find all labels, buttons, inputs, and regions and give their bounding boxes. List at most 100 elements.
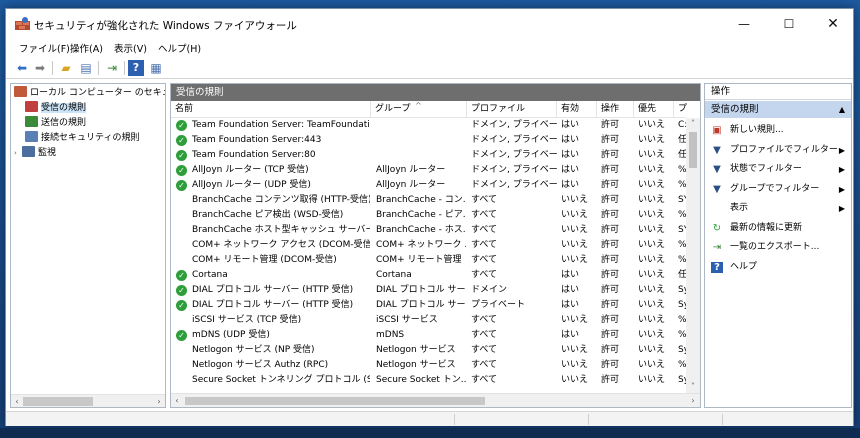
cell-enabled: はい bbox=[561, 270, 580, 280]
status-separator bbox=[454, 414, 455, 425]
rules-horizontal-scrollbar[interactable]: ‹ › bbox=[171, 393, 700, 407]
actions-section-label: 受信の規則 bbox=[711, 104, 759, 115]
cell-action: 許可 bbox=[601, 285, 620, 295]
actions-section-inbound-rules[interactable]: 受信の規則 ▲ bbox=[705, 101, 851, 118]
outbound-rules-icon bbox=[25, 116, 38, 127]
properties-icon[interactable]: ▦ bbox=[148, 60, 164, 76]
table-row[interactable]: ✓ Team Foundation Server:443 ドメイン, プライベートは… bbox=[171, 133, 687, 148]
expand-chevron-icon[interactable]: › bbox=[14, 146, 22, 160]
cell-name: DIAL プロトコル サーバー (HTTP 受信) bbox=[192, 300, 354, 310]
cell-profile: すべて bbox=[471, 270, 498, 280]
tree-item-connection-security[interactable]: 接続セキュリティの規則 bbox=[25, 131, 139, 145]
column-name[interactable]: 名前 bbox=[171, 101, 371, 118]
table-row[interactable]: ✓ DIAL プロトコル サーバー (HTTP 受信) DIAL プロトコル サー.… bbox=[171, 298, 688, 313]
menu-help[interactable]: ヘルプ(H) bbox=[158, 41, 201, 55]
cell-group: AllJoyn ルーター bbox=[376, 180, 446, 190]
table-row[interactable]: BranchCache ホスト型キャッシュ サーバー (HT... BranchC… bbox=[171, 223, 688, 238]
table-row[interactable]: Netlogon サービス Authz (RPC) Netlogon サービス すべ… bbox=[171, 358, 688, 373]
enabled-check-icon: ✓ bbox=[176, 150, 187, 161]
table-row[interactable]: ✓ Cortana Cortana すべて はい 許可 いいえ任 bbox=[171, 268, 687, 283]
action-item[interactable]: 表示 ▶ bbox=[705, 199, 851, 218]
column-enabled[interactable]: 有効 bbox=[557, 101, 597, 118]
maximize-button[interactable]: ☐ bbox=[767, 9, 811, 39]
toolbar-separator bbox=[52, 61, 53, 75]
action-item[interactable]: ▼ グループでフィルター ▶ bbox=[705, 180, 851, 199]
table-row[interactable]: ✓ AllJoyn ルーター (UDP 受信) AllJoyn ルーター ドメイン, … bbox=[171, 178, 688, 193]
enabled-check-icon: ✓ bbox=[176, 180, 187, 191]
table-row[interactable]: COM+ リモート管理 (DCOM-受信) COM+ リモート管理 すべて いいえ 許可… bbox=[171, 253, 688, 268]
cell-enabled: いいえ bbox=[561, 195, 589, 205]
cell-group: AllJoyn ルーター bbox=[376, 165, 446, 175]
cell-name: DIAL プロトコル サーバー (HTTP 受信) bbox=[192, 285, 354, 295]
forward-arrow-icon[interactable]: ➡ bbox=[32, 60, 48, 76]
table-row[interactable]: ✓ AllJoyn ルーター (TCP 受信) AllJoyn ルーター ドメイン, … bbox=[171, 163, 688, 178]
back-arrow-icon[interactable]: ⬅ bbox=[14, 60, 30, 76]
cell-name: Secure Socket トンネリング プロトコル (SSTP ... bbox=[192, 375, 370, 385]
scroll-left-icon[interactable]: ‹ bbox=[11, 395, 23, 407]
action-item[interactable]: ↻ 最新の情報に更新 bbox=[705, 219, 851, 238]
cell-group: DIAL プロトコル サー... bbox=[376, 300, 466, 310]
action-item[interactable]: ⇥ 一覧のエクスポート... bbox=[705, 238, 851, 257]
table-row[interactable]: iSCSI サービス (TCP 受信) iSCSI サービス すべて いいえ 許可 いいえ… bbox=[171, 313, 688, 328]
up-folder-icon[interactable]: ▰ bbox=[58, 60, 74, 76]
menu-action[interactable]: 操作(A) bbox=[70, 41, 103, 55]
scroll-right-icon[interactable]: › bbox=[687, 394, 699, 407]
table-row[interactable]: ✓ Team Foundation Server: TeamFoundatio..… bbox=[171, 118, 688, 133]
cell-group: DIAL プロトコル サー... bbox=[376, 285, 466, 295]
close-button[interactable]: ✕ bbox=[811, 9, 855, 39]
column-action[interactable]: 操作 bbox=[597, 101, 634, 118]
cell-group: BranchCache - コン... bbox=[376, 195, 466, 205]
tree-item-outbound-rules[interactable]: 送信の規則 bbox=[25, 116, 86, 130]
table-row[interactable]: ✓ Team Foundation Server:80 ドメイン, プライベートはい… bbox=[171, 148, 687, 163]
cell-group: Netlogon サービス bbox=[376, 360, 456, 370]
show-hide-tree-icon[interactable]: ▤ bbox=[78, 60, 94, 76]
cell-profile: ドメイン, プライベート bbox=[471, 135, 557, 145]
column-program[interactable]: プロ bbox=[674, 101, 688, 118]
cell-enabled: はい bbox=[561, 135, 580, 145]
rules-vertical-scrollbar[interactable]: ˄ ˅ bbox=[686, 118, 700, 393]
action-item[interactable]: ▼ 状態でフィルター ▶ bbox=[705, 160, 851, 179]
cell-group: BranchCache - ピア... bbox=[376, 210, 466, 220]
enabled-check-icon: ✓ bbox=[176, 285, 187, 296]
scroll-thumb[interactable] bbox=[23, 397, 93, 406]
export-list-icon[interactable]: ⇥ bbox=[104, 60, 120, 76]
table-row[interactable]: ✓mDNS (UDP 受信)mDNSすべてはい許可いいえ%S bbox=[171, 328, 688, 343]
cell-action: 許可 bbox=[601, 345, 620, 355]
table-row[interactable]: ✓ DIAL プロトコル サーバー (HTTP 受信) DIAL プロトコル サー.… bbox=[171, 283, 688, 298]
action-item[interactable]: ? ヘルプ bbox=[705, 258, 851, 277]
table-row[interactable]: Secure Socket トンネリング プロトコル (SSTP ... Secu… bbox=[171, 373, 688, 388]
scroll-left-icon[interactable]: ‹ bbox=[171, 394, 183, 407]
table-row[interactable]: BranchCache ピア検出 (WSD-受信) BranchCache - ピ… bbox=[171, 208, 688, 223]
action-item[interactable]: ▣ 新しい規則... bbox=[705, 121, 851, 140]
action-item[interactable]: ▼ プロファイルでフィルター ▶ bbox=[705, 141, 851, 160]
table-row[interactable]: COM+ ネットワーク アクセス (DCOM-受信) COM+ ネットワーク ..… bbox=[171, 238, 688, 253]
scroll-thumb[interactable] bbox=[689, 132, 697, 168]
cell-profile: すべて bbox=[471, 255, 498, 265]
column-override[interactable]: 優先 bbox=[634, 101, 674, 118]
cell-action: 許可 bbox=[601, 300, 620, 310]
menu-file[interactable]: ファイル(F) bbox=[19, 41, 70, 55]
cell-action: 許可 bbox=[601, 270, 620, 280]
minimize-button[interactable]: — bbox=[722, 9, 766, 39]
toolbar: ⬅ ➡ ▰ ▤ ⇥ ? ▦ bbox=[6, 57, 853, 79]
scroll-thumb[interactable] bbox=[185, 397, 485, 405]
column-profile[interactable]: プロファイル bbox=[467, 101, 557, 118]
cell-group bbox=[376, 148, 466, 163]
cell-action: 許可 bbox=[601, 315, 620, 325]
table-row[interactable]: Netlogon サービス (NP 受信) Netlogon サービス すべて いいえ… bbox=[171, 343, 688, 358]
tree-item-monitoring[interactable]: › 監視 bbox=[14, 146, 56, 160]
cell-override: いいえ bbox=[638, 210, 666, 220]
tree-item-inbound-rules[interactable]: 受信の規則 bbox=[25, 101, 87, 115]
scroll-up-icon[interactable]: ˄ bbox=[686, 118, 700, 130]
tree-horizontal-scrollbar[interactable]: ‹ › bbox=[11, 394, 165, 407]
table-row[interactable]: BranchCache コンテンツ取得 (HTTP-受信) BranchCache… bbox=[171, 193, 688, 208]
firewall-app-icon bbox=[15, 17, 30, 30]
cell-group: iSCSI サービス bbox=[376, 315, 438, 325]
scroll-down-icon[interactable]: ˅ bbox=[686, 381, 700, 393]
cell-group: COM+ ネットワーク ... bbox=[376, 240, 466, 250]
tree-root[interactable]: ローカル コンピューター のセキュリティ bbox=[14, 86, 165, 100]
help-icon[interactable]: ? bbox=[128, 60, 144, 76]
collapse-triangle-icon[interactable]: ▲ bbox=[839, 101, 845, 118]
menu-view[interactable]: 表示(V) bbox=[114, 41, 147, 55]
scroll-right-icon[interactable]: › bbox=[153, 395, 165, 407]
